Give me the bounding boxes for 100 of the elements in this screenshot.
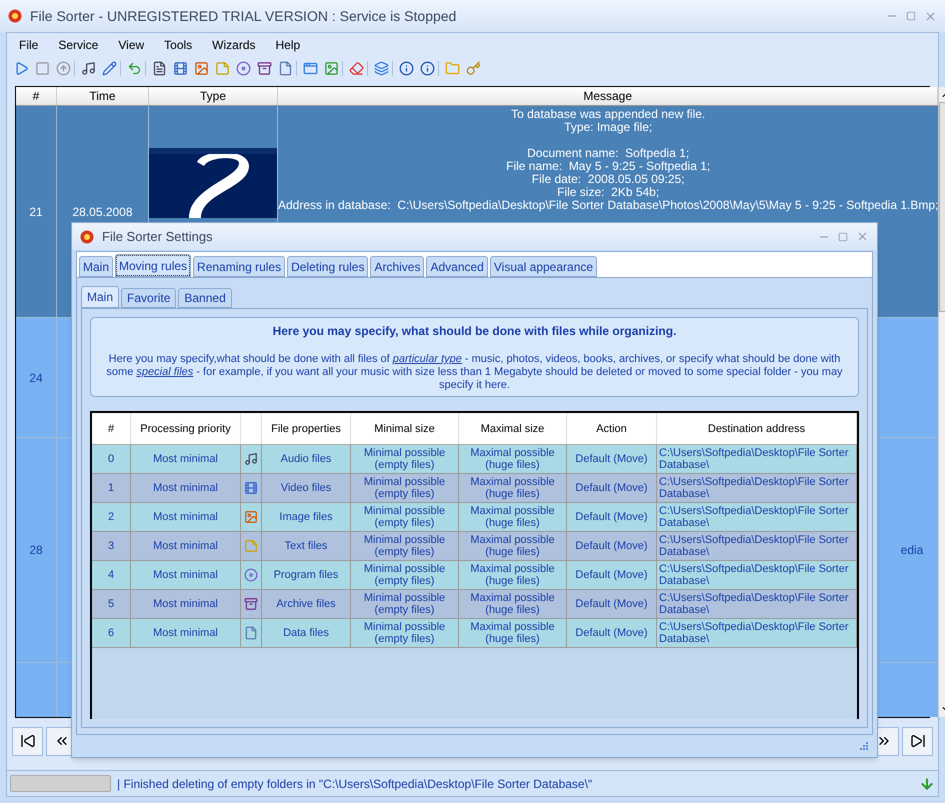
table-cell: Data files — [262, 619, 351, 647]
info-link[interactable]: particular type — [392, 353, 462, 365]
table-cell: Minimal possible (empty files) — [351, 619, 459, 647]
table-cell: Minimal possible (empty files) — [351, 474, 459, 502]
table-cell: Minimal possible (empty files) — [351, 561, 459, 589]
column-header[interactable]: Destination address — [657, 413, 857, 444]
maximize-icon[interactable] — [838, 232, 848, 242]
info-icon[interactable] — [420, 60, 435, 76]
info-heading: Here you may specify, what should be done with files while organizing. — [272, 323, 676, 340]
picture-frame-icon[interactable] — [324, 60, 339, 76]
menu-item[interactable]: Wizards — [212, 36, 256, 54]
message-line: Document name: Softpedia 1; — [527, 147, 690, 160]
disc-icon[interactable] — [236, 60, 251, 76]
video-icon[interactable] — [173, 60, 188, 76]
table-cell: Maximal possible (huge files) — [459, 445, 567, 473]
message-line: File size: 2Kb 54b; — [557, 186, 660, 199]
row-number: 24 — [29, 370, 43, 386]
menu-item[interactable]: Service — [58, 36, 98, 54]
table-cell: Most minimal — [131, 503, 241, 531]
close-icon[interactable] — [924, 10, 937, 22]
table-cell: C:\Users\Softpedia\Desktop\File Sorter Database\ — [657, 503, 857, 531]
undo-arrow-icon[interactable] — [127, 60, 142, 76]
music-file-icon — [244, 452, 258, 466]
play-icon[interactable] — [14, 60, 29, 76]
table-cell: 0 — [92, 445, 131, 473]
column-header[interactable]: Action — [567, 413, 657, 444]
table-cell: C:\Users\Softpedia\Desktop\File Sorter Database\ — [657, 445, 857, 473]
music-file-icon[interactable] — [81, 60, 96, 76]
table-cell: Default (Move) — [567, 503, 657, 531]
dialog-title: File Sorter Settings — [102, 228, 213, 246]
tab[interactable]: Moving rules — [115, 254, 192, 277]
table-cell: Minimal possible (empty files) — [351, 503, 459, 531]
column-header[interactable]: Type — [149, 87, 278, 105]
last-page-button[interactable] — [902, 726, 933, 756]
first-page-button[interactable] — [12, 726, 43, 756]
table-cell: Maximal possible (huge files) — [459, 532, 567, 560]
tab[interactable]: Main — [81, 286, 120, 308]
menu-item[interactable]: View — [118, 36, 144, 54]
column-header[interactable]: # — [16, 87, 57, 105]
message-line: File name: May 5 - 9:25 - Softpedia 1; — [506, 160, 710, 173]
column-header[interactable]: # — [92, 413, 131, 444]
folder-icon[interactable] — [445, 60, 460, 76]
table-cell: Default (Move) — [567, 445, 657, 473]
download-arrow-icon[interactable] — [919, 776, 935, 792]
column-header[interactable]: File properties — [262, 413, 351, 444]
message-line: Type: Image file; — [564, 121, 652, 134]
menu-item[interactable]: Help — [276, 36, 300, 54]
row-number: 28 — [29, 542, 43, 559]
window-title: File Sorter - UNREGISTERED TRIAL VERSION : Service is Stopped — [30, 6, 456, 26]
window-icon[interactable] — [303, 60, 318, 76]
table-cell: C:\Users\Softpedia\Desktop\File Sorter Database\ — [657, 590, 857, 618]
info-paragraph: Here you may specify,what should be done with all files of particular type - music, photos, videos, books, archives, or specify what should be done with some special files - for example, if you want all your music with size less than 1 Megabyte should be deleted or moved to some special folder - you may specify it here. — [105, 353, 844, 392]
first-page-icon — [20, 733, 36, 749]
close-icon[interactable] — [856, 230, 869, 243]
tab[interactable]: Deleting rules — [287, 256, 368, 277]
table-cell: 3 — [92, 532, 131, 560]
tab[interactable]: Main — [79, 256, 114, 277]
tab[interactable]: Favorite — [121, 288, 176, 308]
tab[interactable]: Advanced — [426, 256, 488, 277]
image-icon — [244, 510, 258, 524]
table-cell: Default (Move) — [567, 619, 657, 647]
column-header[interactable]: Processing priority — [131, 413, 241, 444]
tab[interactable]: Archives — [370, 256, 424, 277]
pencil-icon[interactable] — [102, 60, 117, 76]
document-icon[interactable] — [278, 60, 293, 76]
video-icon — [244, 481, 258, 495]
column-header[interactable]: Maximal size — [459, 413, 567, 444]
table-cell: Minimal possible (empty files) — [351, 445, 459, 473]
info-icon[interactable] — [399, 60, 414, 76]
image-icon[interactable] — [194, 60, 209, 76]
info-link[interactable]: special files — [136, 366, 194, 378]
archive-icon[interactable] — [257, 60, 272, 76]
table-cell: Most minimal — [131, 532, 241, 560]
table-cell: Most minimal — [131, 561, 241, 589]
resize-grip-icon[interactable] — [859, 741, 869, 751]
table-cell: Most minimal — [131, 619, 241, 647]
tab[interactable]: Visual appearance — [490, 256, 598, 277]
tab[interactable]: Banned — [178, 288, 232, 308]
table-cell: Most minimal — [131, 590, 241, 618]
table-cell: Default (Move) — [567, 532, 657, 560]
status-text: | Finished deleting of empty folders in "C:\Users\Softpedia\Desktop\File Sorter Database\" — [117, 776, 592, 792]
table-cell: Maximal possible (huge files) — [459, 474, 567, 502]
table-cell: C:\Users\Softpedia\Desktop\File Sorter Database\ — [657, 561, 857, 589]
row-number: 21 — [29, 204, 43, 220]
menu-item[interactable]: Tools — [164, 36, 192, 54]
eraser-icon[interactable] — [349, 60, 364, 76]
table-cell: Default (Move) — [567, 474, 657, 502]
tab[interactable]: Renaming rules — [193, 256, 286, 277]
table-cell: Text files — [262, 532, 351, 560]
column-header[interactable]: Time — [57, 87, 149, 105]
stop-icon[interactable] — [35, 60, 50, 76]
maximize-icon[interactable] — [906, 11, 916, 21]
table-cell: Default (Move) — [567, 561, 657, 589]
menu-item[interactable]: File — [19, 36, 38, 54]
table-cell: Default (Move) — [567, 590, 657, 618]
table-cell: Image files — [262, 503, 351, 531]
column-header[interactable]: Minimal size — [351, 413, 459, 444]
document-icon — [244, 626, 258, 640]
app-icon — [80, 230, 94, 244]
message-line: File date: 2008.05.05 09:25; — [532, 173, 685, 186]
